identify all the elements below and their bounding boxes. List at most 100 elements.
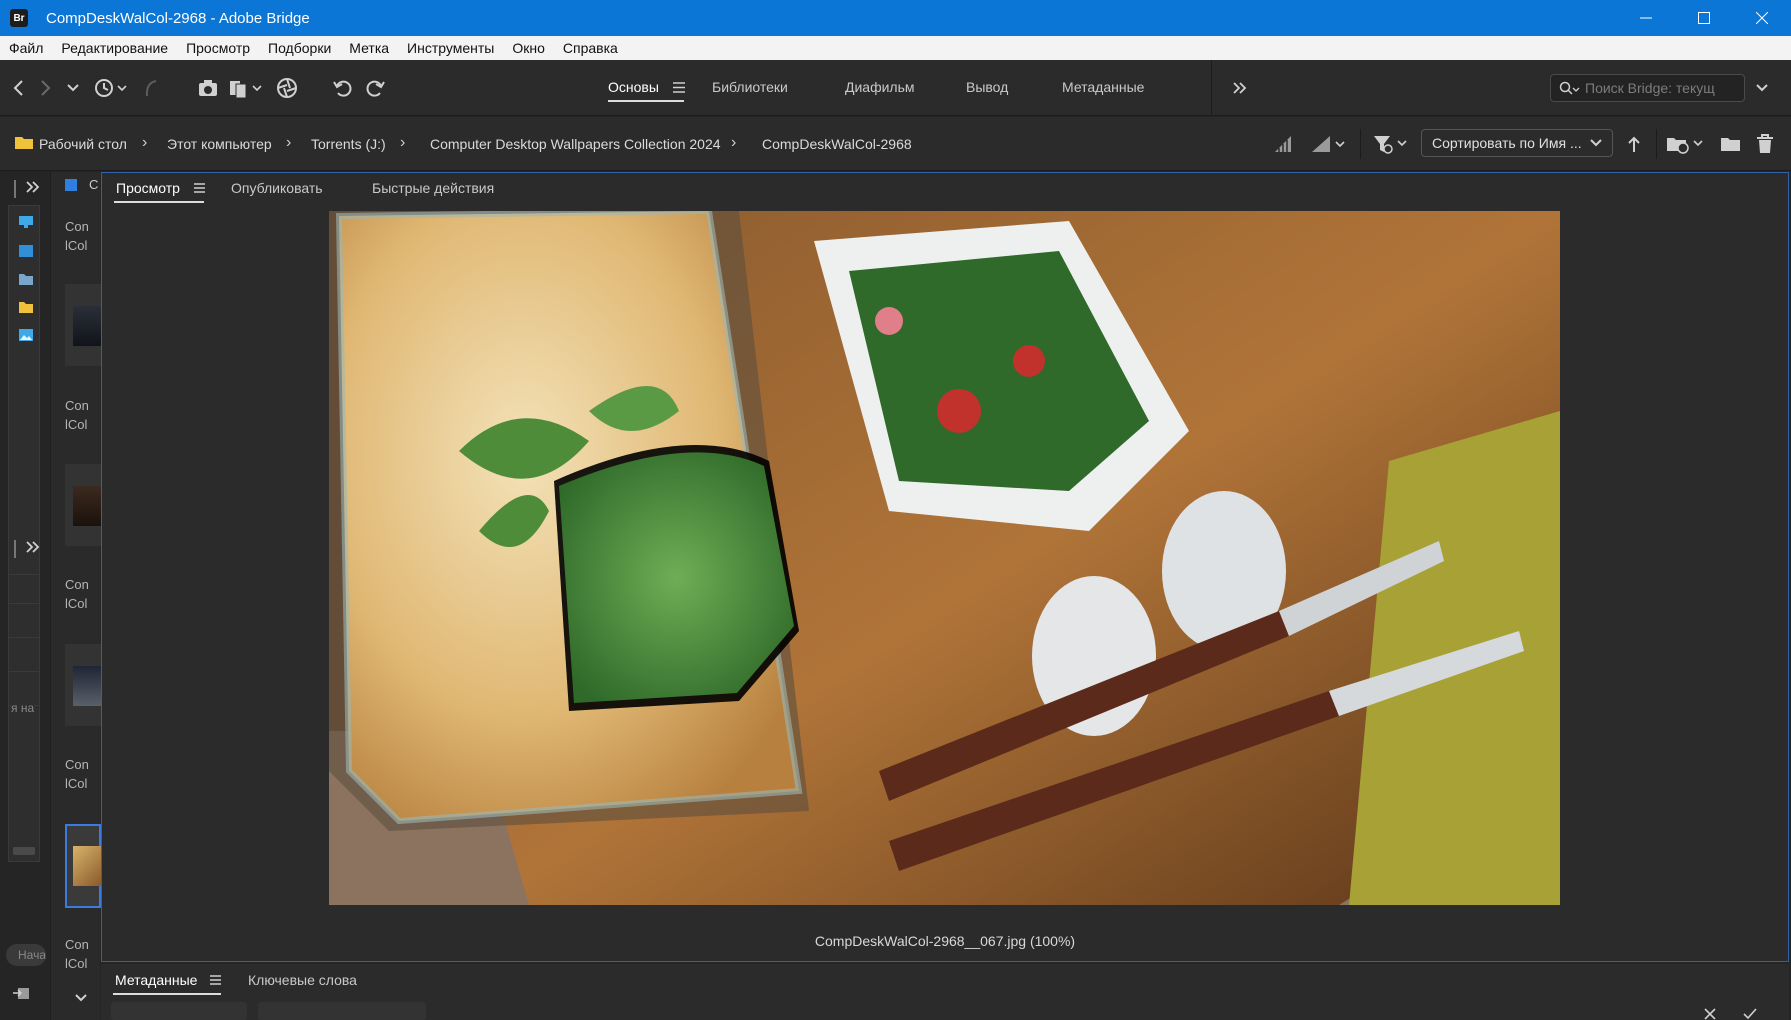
menu-help[interactable]: Справка	[554, 40, 627, 56]
scrollbar[interactable]	[13, 847, 35, 855]
tab-underline	[113, 993, 221, 995]
rotate-right-button[interactable]	[362, 76, 388, 100]
tab-publish[interactable]: Опубликовать	[231, 180, 323, 196]
thumbnail-selected[interactable]	[65, 824, 101, 908]
history-dropdown[interactable]	[64, 76, 82, 100]
panel-menu-icon[interactable]	[210, 975, 221, 985]
refine-button[interactable]	[228, 76, 266, 100]
sort-dropdown[interactable]: Сортировать по Имя ...	[1421, 129, 1613, 157]
path-bar: Рабочий стол › Этот компьютер › Torrents…	[0, 117, 1791, 171]
expand-panel-icon[interactable]	[26, 541, 40, 553]
menu-view[interactable]: Просмотр	[177, 40, 259, 56]
workspace-tab-essentials[interactable]: Основы	[608, 79, 659, 95]
thumbnail-label[interactable]: Con lCol	[65, 396, 89, 434]
folder-icon[interactable]	[18, 300, 34, 314]
breadcrumb-desktop[interactable]: Рабочий стол	[39, 136, 127, 152]
start-button[interactable]: Нача	[6, 944, 46, 966]
arrow-up-icon	[1628, 136, 1640, 152]
tab-metadata[interactable]: Метаданные	[115, 972, 197, 988]
metadata-field[interactable]	[111, 1002, 247, 1020]
filter-items-button[interactable]	[1372, 132, 1410, 156]
recent-folders-button[interactable]	[1666, 132, 1706, 156]
sort-direction-button[interactable]	[1624, 132, 1644, 156]
documents-folder-icon[interactable]	[18, 272, 34, 286]
minimize-button[interactable]	[1617, 0, 1675, 36]
clock-icon	[95, 79, 127, 97]
metadata-field[interactable]	[258, 1002, 426, 1020]
thumbnail[interactable]	[65, 284, 101, 366]
return-icon	[145, 80, 157, 97]
quality-button[interactable]	[1272, 132, 1294, 156]
cancel-icon[interactable]	[1704, 1008, 1716, 1020]
breadcrumb-chevron-icon[interactable]: ›	[400, 134, 405, 152]
expand-panel-icon[interactable]	[26, 181, 40, 193]
new-folder-button[interactable]	[1720, 132, 1742, 156]
breadcrumb-chevron-icon[interactable]: ›	[731, 134, 736, 152]
camera-icon	[199, 80, 217, 96]
breadcrumb-collection[interactable]: Computer Desktop Wallpapers Collection 2…	[430, 136, 721, 152]
pictures-folder-icon[interactable]	[18, 328, 34, 342]
return-button[interactable]	[140, 76, 162, 100]
menu-stacks[interactable]: Подборки	[259, 40, 340, 56]
thumbnail-label[interactable]: Con lCol	[65, 755, 89, 793]
search-input[interactable]	[1585, 79, 1740, 97]
menu-window[interactable]: Окно	[503, 40, 554, 56]
thumbnail[interactable]	[65, 464, 101, 546]
delete-button[interactable]	[1754, 132, 1776, 156]
desktop-icon[interactable]	[18, 244, 34, 258]
chevron-down-icon[interactable]	[75, 994, 87, 1002]
import-icon[interactable]	[12, 985, 30, 1001]
menu-edit[interactable]: Редактирование	[52, 40, 177, 56]
breadcrumb-chevron-icon[interactable]: ›	[286, 134, 291, 152]
search-options-dropdown[interactable]	[1753, 76, 1771, 100]
panel-menu-icon[interactable]	[194, 183, 205, 193]
thumbnail-label[interactable]: Con lCol	[65, 935, 89, 973]
rating-filter-button[interactable]	[1310, 132, 1348, 156]
toolbar: Основы Библиотеки Диафильм Вывод Метадан…	[0, 60, 1791, 116]
breadcrumb-this-pc[interactable]: Этот компьютер	[167, 136, 272, 152]
breadcrumb-drive[interactable]: Torrents (J:)	[311, 136, 386, 152]
tab-keywords[interactable]: Ключевые слова	[248, 972, 357, 988]
folder-icon	[15, 137, 33, 149]
menu-label[interactable]: Метка	[340, 40, 398, 56]
refine-icon	[230, 81, 262, 99]
title-bar: Br CompDeskWalCol-2968 - Adobe Bridge	[0, 0, 1791, 36]
content-tab-icon[interactable]	[65, 179, 77, 191]
get-photos-button[interactable]	[196, 76, 222, 100]
filter-column: я на	[8, 574, 40, 862]
content-panel: С Con lCol Con lCol Con lCol Con lCol Con lCo…	[50, 172, 101, 1020]
thumbnail-label[interactable]: Con lCol	[65, 575, 89, 613]
workspace-menu-icon[interactable]	[673, 82, 685, 93]
workspace-tab-libraries[interactable]: Библиотеки	[712, 79, 788, 95]
thumbnail[interactable]	[65, 644, 101, 726]
rotate-left-button[interactable]	[330, 76, 356, 100]
breadcrumb-current-folder[interactable]: CompDeskWalCol-2968	[762, 136, 912, 152]
search-box	[1550, 74, 1745, 102]
quality-checker-icon	[1275, 136, 1291, 152]
preview-image[interactable]	[329, 211, 1560, 905]
maximize-button[interactable]	[1675, 0, 1733, 36]
workspace-tab-filmstrip[interactable]: Диафильм	[845, 79, 915, 95]
preview-caption: CompDeskWalCol-2968__067.jpg (100%)	[814, 933, 1076, 949]
chevron-down-icon	[1756, 84, 1768, 92]
more-workspaces-button[interactable]	[1230, 76, 1250, 100]
apply-check-icon[interactable]	[1743, 1008, 1757, 1020]
tab-quick-actions[interactable]: Быстрые действия	[372, 180, 494, 196]
back-button[interactable]	[8, 76, 28, 100]
tab-underline	[114, 201, 204, 203]
recent-files-button[interactable]	[92, 76, 132, 100]
workspace-tab-metadata[interactable]: Метаданные	[1062, 79, 1144, 95]
open-in-camera-raw-button[interactable]	[274, 76, 300, 100]
thumbnail-label[interactable]: Con lCol	[65, 217, 89, 255]
workspace-tab-output[interactable]: Вывод	[966, 79, 1008, 95]
tab-preview[interactable]: Просмотр	[116, 180, 180, 196]
sort-label: Сортировать по Имя ...	[1432, 135, 1582, 151]
forward-button[interactable]	[36, 76, 56, 100]
menu-tools[interactable]: Инструменты	[398, 40, 503, 56]
computer-icon[interactable]	[18, 215, 34, 229]
menu-file[interactable]: Файл	[0, 40, 52, 56]
metadata-panel: Метаданные Ключевые слова	[101, 964, 1789, 1020]
breadcrumb-chevron-icon[interactable]: ›	[142, 134, 147, 152]
rotate-left-icon	[333, 80, 352, 97]
close-button[interactable]	[1733, 0, 1791, 36]
